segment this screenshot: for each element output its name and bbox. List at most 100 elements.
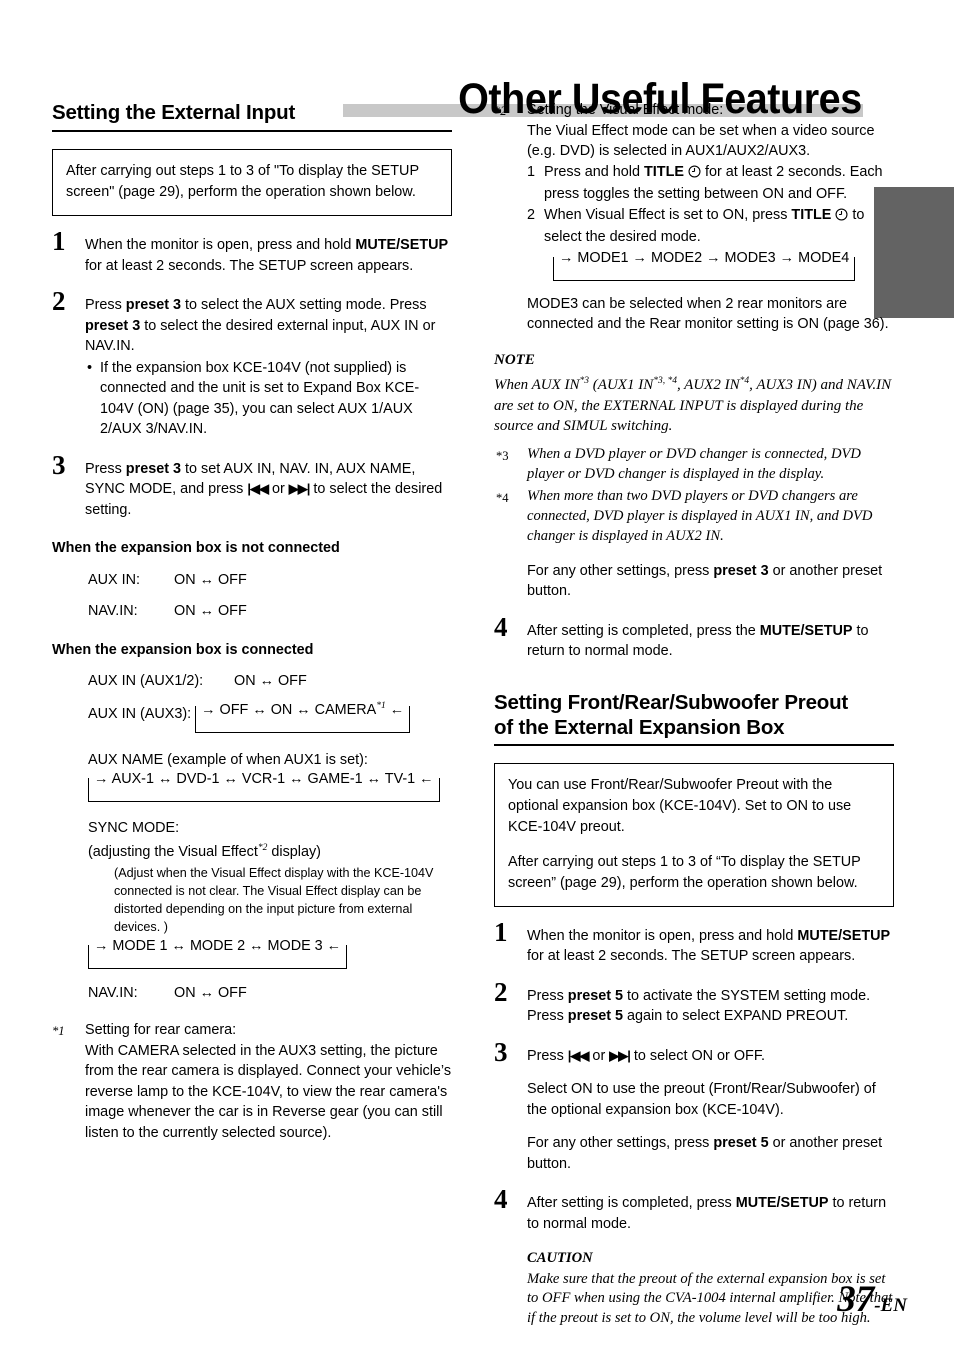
preout-step-4-number: 4 [494,1184,508,1214]
note-heading: NOTE [494,351,535,368]
preout-step-4-bold: MUTE/SETUP [735,1195,829,1211]
sync-mode-label: SYNC MODE: [88,819,180,836]
section-heading-external-input: Setting the External Input [52,100,452,132]
cycle-diagram-aux-name: → AUX-1 ↔ DVD-1 ↔ VCR-1 ↔ GAME-1 ↔ TV-1 … [88,771,440,802]
cycle-aux3-footnote-mark: *1 [376,701,386,712]
footnote-2-intro: The Viual Effect mode can be set when a … [527,122,875,160]
preout-step-3-text-b: or [588,1047,610,1064]
preout-step-3-bold-preset5: preset 5 [713,1135,769,1151]
footnote-2-sub1-bold-title: TITLE [644,163,684,180]
note-text-b: (AUX1 IN [589,377,654,393]
step-3-text-c: or [268,481,289,497]
mode3-note: MODE3 can be selected when 2 rear monito… [527,295,889,333]
intro-callout-text: After carrying out steps 1 to 3 of "To d… [66,163,419,200]
footnote-3: *3 When a DVD player or DVD changer is c… [494,444,894,484]
footnote-2-sub1-number: 1 [527,163,536,180]
step-1-body: When the monitor is open, press and hold… [85,235,452,276]
prev-track-icon: |◀◀ [247,481,269,496]
preout-callout-text-1: You can use Front/Rear/Subwoofer Preout … [508,776,852,835]
footnote-4-mark: *4 [496,490,509,505]
row-nav-in-nc-label: NAV.IN: [88,603,138,619]
step-2-text-a: Press [85,297,126,313]
preout-callout-box: You can use Front/Rear/Subwoofer Preout … [494,762,894,907]
preout-step-2-body: Press preset 5 to activate the SYSTEM se… [527,986,894,1027]
preout-step-1-text-b: for at least 2 seconds. The SETUP screen… [527,948,856,964]
footnote-2-mark: *2 [494,104,507,118]
step-1-text-a: When the monitor is open, press and hold [85,237,356,253]
clock-icon [835,207,848,228]
footnote-2-sub1-text-a: Press and hold [544,163,644,180]
preout-step-2-text-a: Press [527,987,568,1004]
sync-mode-cycle-row: → MODE 1 ↔ MODE 2 ↔ MODE 3 ← [52,938,452,969]
footnote-3-mark: *3 [496,448,509,463]
step-3-bold-preset3: preset 3 [125,460,181,477]
preout-step-3-number: 3 [494,1036,508,1067]
prev-track-icon: |◀◀ [567,1047,590,1063]
cycle-diagram-visual-effect-modes: → MODE1 → MODE2 → MODE3 → MODE4 [553,250,856,281]
footnote-2-title: Setting the Visual Effect mode: [527,102,724,118]
footnote-1: *1 Setting for rear camera: With CAMERA … [52,1020,452,1143]
row-aux-in-aux12: AUX IN (AUX1/2): ON ↔ OFF [52,671,452,692]
right-column: *2 Setting the Visual Effect mode: The V… [494,100,894,1328]
step-4: 4 After setting is completed, press the … [494,613,894,662]
step-2-number: 2 [52,286,66,316]
section-heading-preout: Setting Front/Rear/Subwoofer Preout of t… [494,690,894,746]
footnote-1-body: Setting for rear camera: With CAMERA sel… [85,1020,452,1143]
section-heading-preout-line2: of the External Expansion Box [494,715,785,739]
row-aux-in-aux3: AUX IN (AUX3): → OFF ↔ ON ↔ CAMERA*1 ← [52,701,452,734]
step-3-text-a: Press [85,460,126,477]
preout-step-3-para-3: For any other settings, press preset 5 o… [527,1133,894,1174]
row-aux-in-aux12-label: AUX IN (AUX1/2): [88,673,204,689]
page-number-value: 37 [837,1279,875,1320]
row-aux-in-nc: AUX IN: ON ↔ OFF [52,570,452,591]
preout-step-4-text-a: After setting is completed, press [527,1195,736,1211]
footnote-2-body: Setting the Visual Effect mode: The Viua… [527,100,894,335]
sync-mode-note: (Adjust when the Visual Effect display w… [114,865,434,934]
row-aux-in-aux3-label: AUX IN (AUX3): [88,705,192,722]
section-heading-preout-line1: Setting Front/Rear/Subwoofer Preout [494,690,849,714]
cycle-diagram-sync-mode: → MODE 1 ↔ MODE 2 ↔ MODE 3 ← [88,938,348,969]
step-4-text-a: After setting is completed, press the [527,622,760,639]
step-1-number: 1 [52,226,66,256]
mode-cycle-row: → MODE1 → MODE2 → MODE3 → MODE4 [527,250,894,281]
footnote-4: *4 When more than two DVD players or DVD… [494,486,894,546]
step-3-body: Press preset 3 to set AUX IN, NAV. IN, A… [85,459,452,521]
preout-step-1-text-a: When the monitor is open, press and hold [527,927,798,944]
note-text-c: , AUX2 IN [676,377,740,393]
sync-mode-sub: (adjusting the Visual Effect*2 display) [52,838,452,862]
note-body: When AUX IN*3 (AUX1 IN*3, *4, AUX2 IN*4,… [494,371,894,437]
step-3: 3 Press preset 3 to set AUX IN, NAV. IN,… [52,451,452,521]
step-2-body: Press preset 3 to select the AUX setting… [85,295,452,440]
row-aux-in-nc-label: AUX IN: [88,571,140,588]
note-text-a: When AUX IN [494,377,580,393]
footnote-1-text: With CAMERA selected in the AUX3 setting… [85,1042,452,1141]
preout-step-3-para-1: Press |◀◀ or ▶▶| to select ON or OFF. [527,1046,894,1067]
footnote-2-sub2-number: 2 [527,206,536,223]
aux-name-label: AUX NAME (example of when AUX1 is set): [88,752,368,769]
note-sup-c: *4 [739,376,750,386]
preout-step-1-body: When the monitor is open, press and hold… [527,926,894,967]
preout-step-3-text-c: to select ON or OFF. [629,1047,766,1064]
cycle-aux3-end: ← [389,702,405,719]
preout-step-2-text-c: again to select EXPAND PREOUT. [623,1008,849,1024]
preout-step-4: 4 After setting is completed, press MUTE… [494,1186,894,1328]
other-settings-bold-preset3: preset 3 [713,562,769,579]
cycle-sync-mode-text: → MODE 1 ↔ MODE 2 ↔ MODE 3 ← [94,937,342,954]
next-track-icon: ▶▶| [609,1047,631,1063]
preout-step-2-bold-a: preset 5 [567,987,623,1004]
footnote-2-sub2-text-a: When Visual Effect is set to ON, press [544,206,792,223]
footnote-1-mark: *1 [52,1024,65,1039]
preout-step-3-para3-text-a: For any other settings, press [527,1135,714,1151]
footnote-2-sub2-bold-title: TITLE [791,206,832,223]
subheading-not-connected: When the expansion box is not connected [52,540,340,556]
page-header: Other Useful Features [0,38,954,122]
other-settings-text-a: For any other settings, press [527,562,714,579]
step-1-bold-mute-setup: MUTE/SETUP [355,237,449,253]
cycle-mode-text: → MODE1 → MODE2 → MODE3 → MODE4 [559,249,850,266]
footnote-2: *2 Setting the Visual Effect mode: The V… [494,100,894,335]
intro-callout-box: After carrying out steps 1 to 3 of "To d… [52,149,452,216]
sync-mode-sub-a: (adjusting the Visual Effect [88,844,258,861]
step-1-text-b: for at least 2 seconds. The SETUP screen… [85,257,414,274]
row-nav-in-c-value: ON ↔ OFF [174,984,247,1001]
row-nav-in-nc: NAV.IN: ON ↔ OFF [52,601,452,622]
